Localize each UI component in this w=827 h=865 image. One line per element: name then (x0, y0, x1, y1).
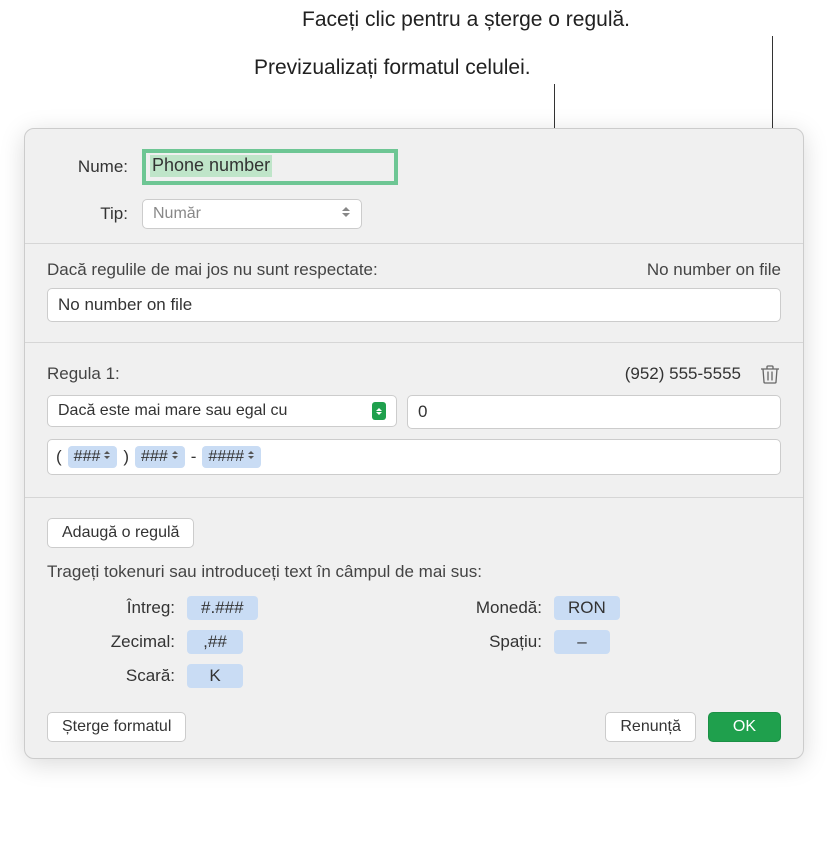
name-input[interactable] (142, 149, 398, 185)
token-line[interactable]: #### (202, 446, 261, 468)
type-select[interactable]: Număr (142, 199, 362, 229)
condition-value-input[interactable] (407, 395, 781, 429)
currency-label: Monedă: (454, 598, 554, 618)
token-hint: Trageți tokenuri sau introduceți text în… (47, 562, 781, 582)
annotation-preview-format: Previzualizați formatul celulei. (254, 56, 531, 80)
fallback-preview: No number on file (647, 260, 781, 280)
ok-button[interactable]: OK (708, 712, 781, 742)
scale-label: Scară: (87, 666, 187, 686)
rule-preview: (952) 555-5555 (625, 364, 741, 384)
integer-label: Întreg: (87, 598, 187, 618)
token-prefix[interactable]: ### (135, 446, 185, 468)
chevron-updown-icon (372, 402, 386, 420)
fallback-input[interactable] (47, 288, 781, 322)
chevron-updown-icon (248, 451, 255, 463)
custom-format-dialog: Nume: Phone number Tip: Număr Dacă regul… (24, 128, 804, 759)
add-rule-button[interactable]: Adaugă o regulă (47, 518, 194, 548)
token-text: #### (208, 448, 244, 466)
cancel-button[interactable]: Renunță (605, 712, 696, 742)
scale-token[interactable]: K (187, 664, 243, 688)
decimal-label: Zecimal: (87, 632, 187, 652)
type-label: Tip: (47, 204, 142, 224)
dash: - (191, 447, 197, 467)
type-select-value: Număr (153, 205, 201, 223)
condition-select-value: Dacă este mai mare sau egal cu (58, 402, 287, 420)
currency-token[interactable]: RON (554, 596, 620, 620)
chevron-updown-icon (172, 451, 179, 463)
chevron-updown-icon (104, 451, 111, 463)
trash-icon (761, 364, 779, 384)
delete-rule-button[interactable] (759, 363, 781, 385)
rule-title: Regula 1: (47, 364, 120, 384)
format-pattern-input[interactable]: ( ### ) ### - #### (47, 439, 781, 475)
paren-close: ) (123, 447, 129, 467)
chevron-updown-icon (342, 207, 351, 221)
delete-format-button[interactable]: Șterge formatul (47, 712, 186, 742)
token-area-code[interactable]: ### (68, 446, 118, 468)
space-token[interactable]: – (554, 630, 610, 654)
decimal-token[interactable]: ,## (187, 630, 243, 654)
token-text: ### (74, 448, 101, 466)
space-label: Spațiu: (454, 632, 554, 652)
name-label: Nume: (47, 157, 142, 177)
annotation-delete-rule: Faceți clic pentru a șterge o regulă. (302, 8, 630, 32)
integer-token[interactable]: #.### (187, 596, 258, 620)
fallback-label: Dacă regulile de mai jos nu sunt respect… (47, 260, 378, 280)
paren-open: ( (56, 447, 62, 467)
condition-select[interactable]: Dacă este mai mare sau egal cu (47, 395, 397, 427)
token-text: ### (141, 448, 168, 466)
